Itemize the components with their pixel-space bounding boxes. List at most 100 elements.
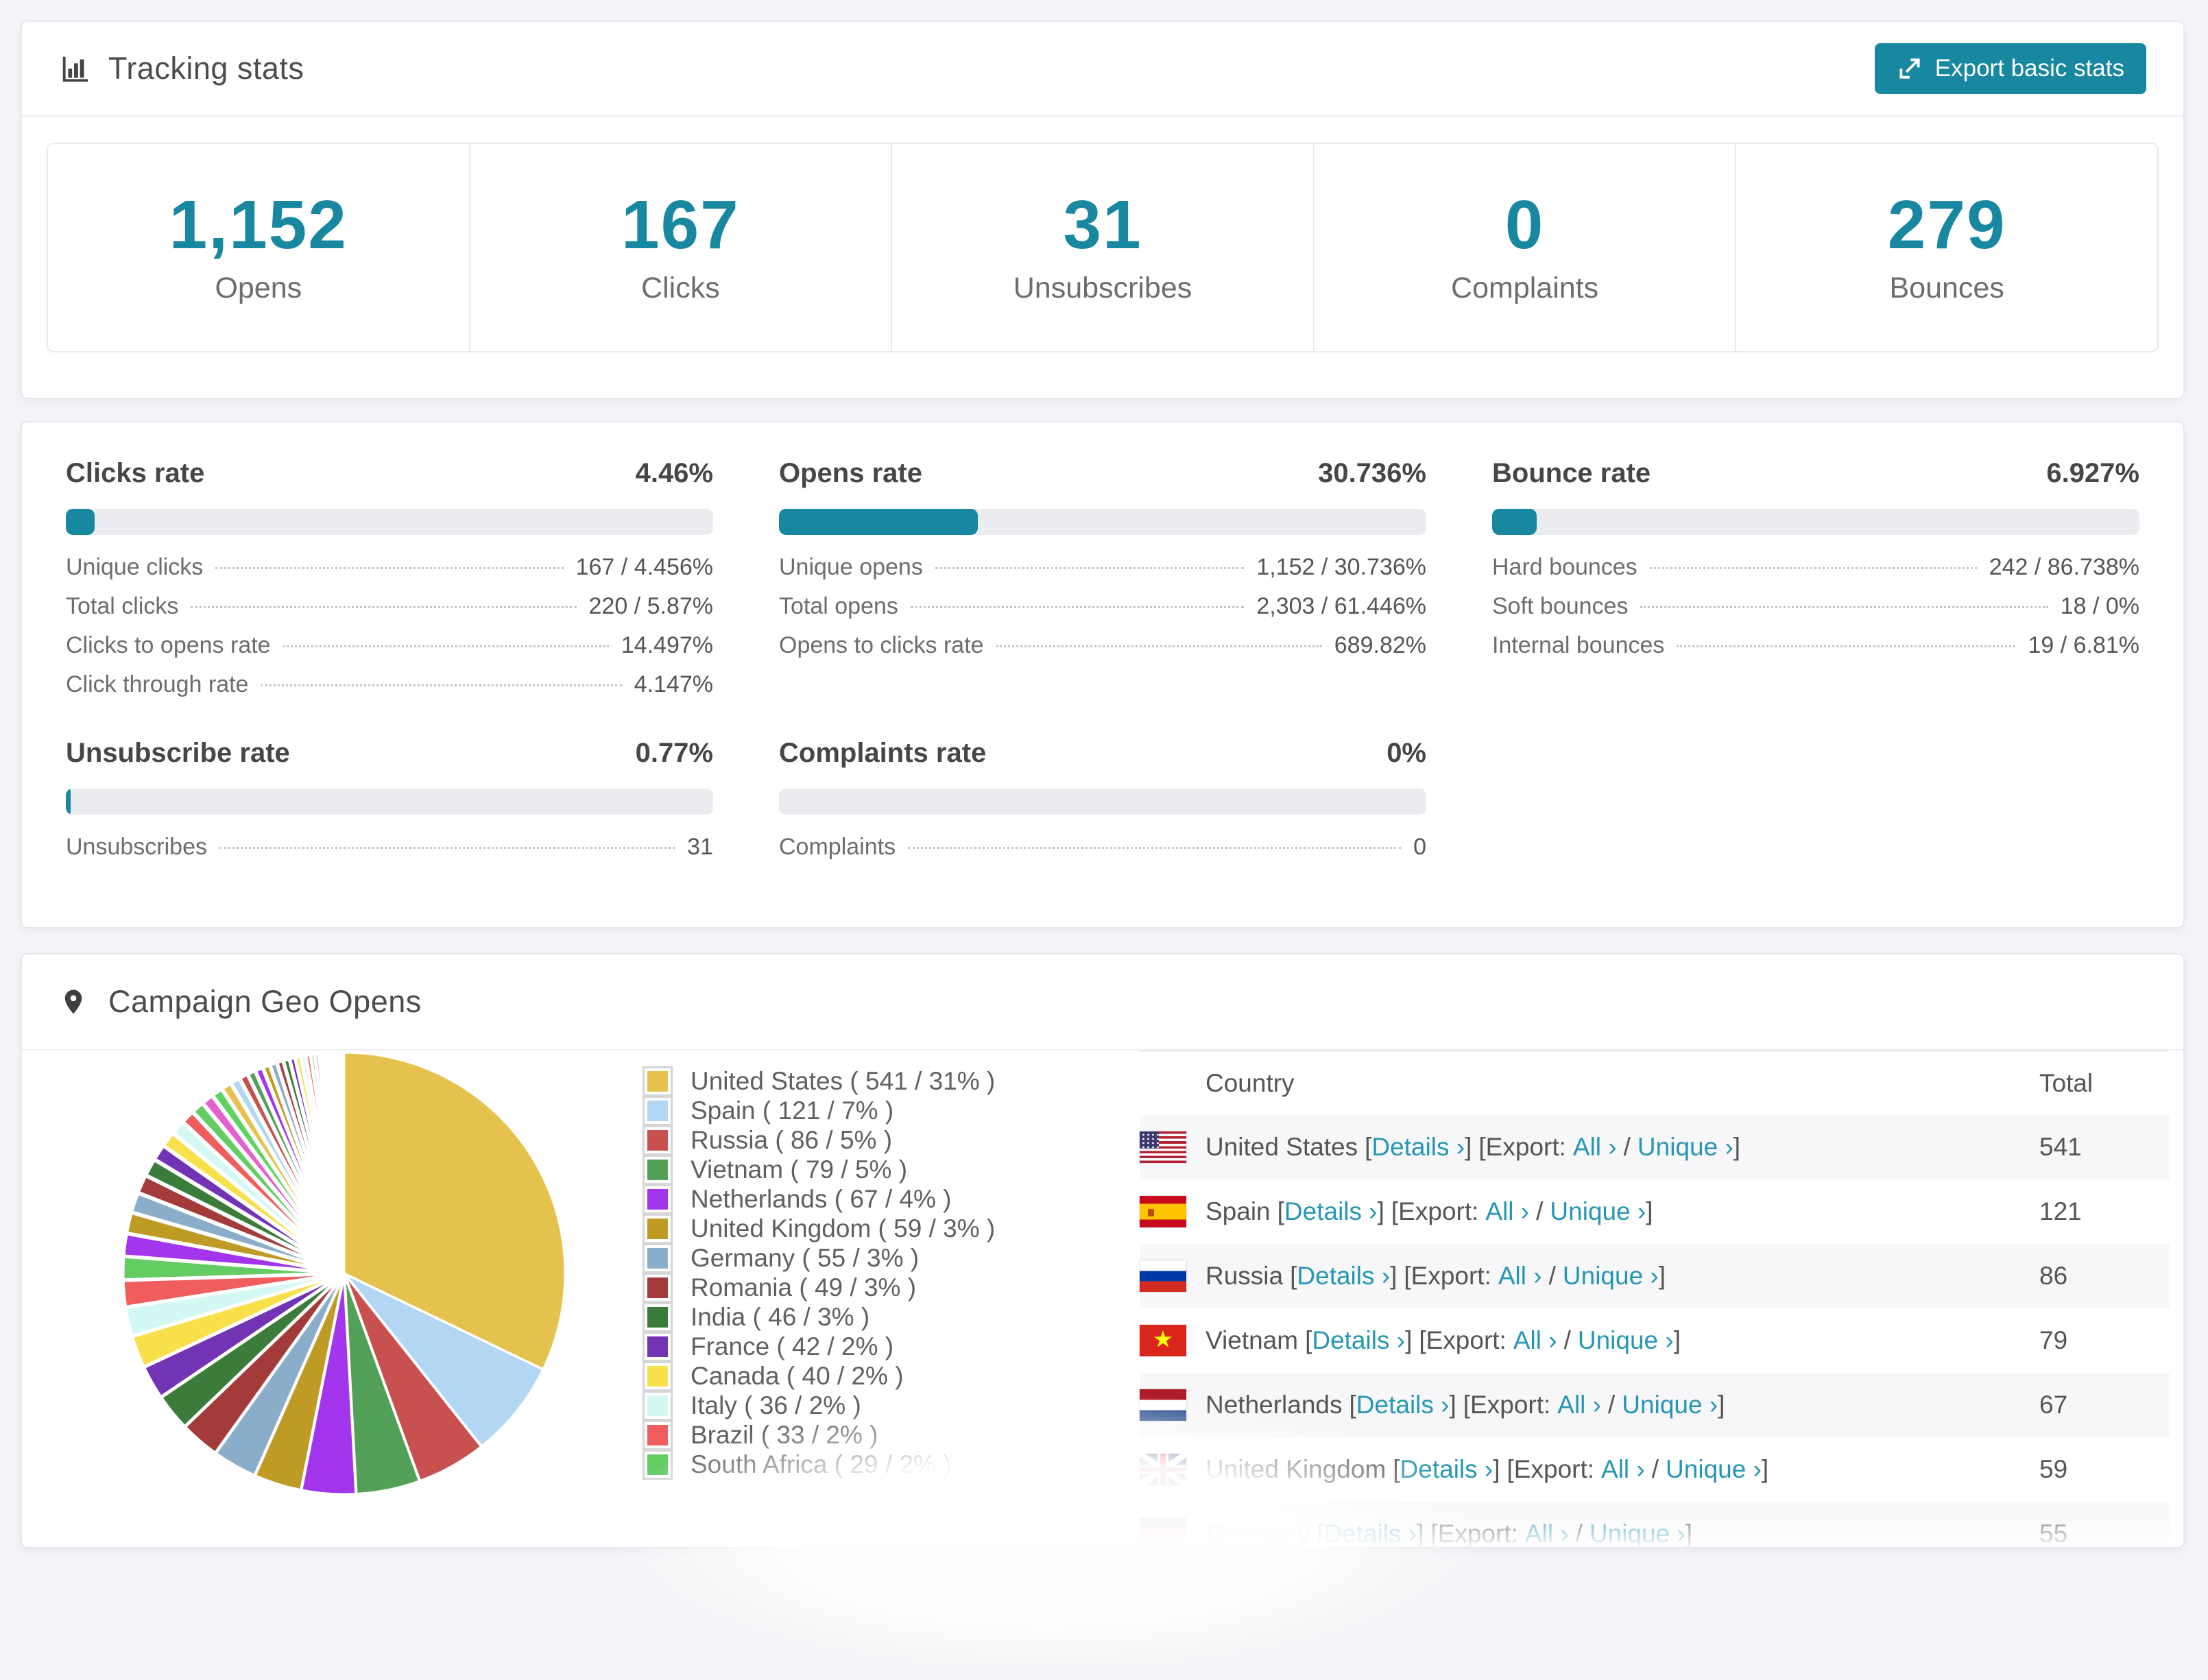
export-all-link[interactable]: All › xyxy=(1513,1326,1557,1355)
export-unique-link[interactable]: Unique › xyxy=(1578,1326,1674,1355)
export-all-link[interactable]: All › xyxy=(1485,1197,1529,1226)
details-link[interactable]: Details › xyxy=(1297,1262,1390,1291)
stat-row: Unique clicks 167 / 4.456% xyxy=(66,554,713,580)
legend-item-romania[interactable]: Romania ( 49 / 3% ) xyxy=(643,1272,995,1303)
opens-label: Opens xyxy=(215,271,302,304)
details-link[interactable]: Details › xyxy=(1356,1391,1450,1419)
stat-row: Unique opens 1,152 / 30.736% xyxy=(779,554,1426,580)
export-unique-link[interactable]: Unique › xyxy=(1622,1391,1718,1419)
total-cell: 86 xyxy=(2039,1262,2068,1290)
export-all-link[interactable]: All › xyxy=(1601,1455,1645,1484)
complaints-count: 0 xyxy=(1504,186,1545,263)
country-column-header: Country xyxy=(1205,1069,1295,1097)
legend-swatch xyxy=(643,1184,673,1214)
stat-row: Opens to clicks rate 689.82% xyxy=(779,632,1426,658)
export-all-link[interactable]: All › xyxy=(1498,1262,1542,1291)
export-unique-link[interactable]: Unique › xyxy=(1563,1262,1659,1291)
legend-item-netherlands[interactable]: Netherlands ( 67 / 4% ) xyxy=(643,1184,995,1214)
geo-header: Campaign Geo Opens xyxy=(22,955,2183,1051)
legend-swatch xyxy=(643,1419,673,1450)
total-cell: 67 xyxy=(2039,1391,2068,1419)
legend-item-italy[interactable]: Italy ( 36 / 2% ) xyxy=(643,1390,995,1421)
stat-row: Total opens 2,303 / 61.446% xyxy=(779,593,1426,619)
netherlands-flag-icon xyxy=(1140,1389,1186,1421)
bounce-rate-percent: 6.927% xyxy=(2046,458,2139,488)
legend-item-russia[interactable]: Russia ( 86 / 5% ) xyxy=(643,1125,995,1155)
legend-item-united-kingdom[interactable]: United Kingdom ( 59 / 3% ) xyxy=(643,1213,995,1244)
export-all-link[interactable]: All › xyxy=(1557,1391,1601,1419)
stat-opens: 1,152 Opens xyxy=(48,144,469,351)
legend-item-spain[interactable]: Spain ( 121 / 7% ) xyxy=(643,1095,995,1126)
legend-item-france[interactable]: France ( 42 / 2% ) xyxy=(643,1331,995,1362)
legend-item-germany[interactable]: Germany ( 55 / 3% ) xyxy=(643,1243,995,1273)
stat-row: Soft bounces 18 / 0% xyxy=(1492,593,2139,619)
map-pin-icon xyxy=(59,986,91,1018)
legend-swatch xyxy=(643,1243,673,1273)
legend-swatch xyxy=(643,1066,673,1096)
page-title: Tracking stats xyxy=(108,51,304,86)
details-link[interactable]: Details › xyxy=(1400,1455,1493,1484)
unsubscribe-rate-title: Unsubscribe rate xyxy=(66,738,290,768)
united-kingdom-flag-icon xyxy=(1140,1454,1186,1485)
legend-item-south-africa[interactable]: South Africa ( 29 / 2% ) xyxy=(643,1449,995,1480)
stat-clicks: 167 Clicks xyxy=(468,144,891,351)
total-cell: 55 xyxy=(2039,1520,2068,1548)
geo-section-title: Campaign Geo Opens xyxy=(108,984,422,1019)
unsubscribe-rate-block: Unsubscribe rate 0.77% Unsubscribes 31 xyxy=(66,738,713,873)
export-all-link[interactable]: All › xyxy=(1573,1133,1617,1162)
export-unique-link[interactable]: Unique › xyxy=(1550,1197,1646,1226)
stat-row: Clicks to opens rate 14.497% xyxy=(66,632,713,658)
campaign-geo-opens-card: Campaign Geo Opens United States ( 541 /… xyxy=(21,953,2185,1548)
total-cell: 121 xyxy=(2039,1197,2082,1225)
tracking-stats-header: Tracking stats Export basic stats xyxy=(22,22,2183,117)
total-column-header: Total xyxy=(2039,1069,2093,1097)
total-cell: 79 xyxy=(2039,1326,2068,1354)
legend-swatch xyxy=(643,1272,673,1303)
table-row: United Kingdom[Details ›] [Export: All › / U… xyxy=(1140,1437,2170,1502)
bounce-rate-progressbar xyxy=(1492,509,2139,535)
pie-legend: United States ( 541 / 31% ) Spain ( 121 … xyxy=(643,1066,995,1480)
details-link[interactable]: Details › xyxy=(1323,1520,1417,1547)
table-row: Vietnam[Details ›][Export:All ›/Unique ›… xyxy=(1140,1308,2170,1373)
export-basic-stats-button[interactable]: Export basic stats xyxy=(1874,43,2146,94)
table-row: Spain[Details ›] [Export: All › / Unique ›] … xyxy=(1140,1179,2170,1244)
legend-item-india[interactable]: India ( 46 / 3% ) xyxy=(643,1301,995,1332)
clicks-count: 167 xyxy=(621,186,740,263)
details-link[interactable]: Details › xyxy=(1371,1133,1465,1162)
details-link[interactable]: Details › xyxy=(1312,1326,1405,1355)
opens-rate-title: Opens rate xyxy=(779,458,922,488)
legend-swatch xyxy=(643,1095,673,1126)
export-unique-link[interactable]: Unique › xyxy=(1589,1520,1685,1547)
export-all-link[interactable]: All › xyxy=(1525,1520,1569,1547)
unsubscribes-label: Unsubscribes xyxy=(1013,271,1192,304)
stat-row: Hard bounces 242 / 86.738% xyxy=(1492,554,2139,580)
legend-swatch xyxy=(643,1154,673,1185)
legend-item-brazil[interactable]: Brazil ( 33 / 2% ) xyxy=(643,1419,995,1450)
vietnam-flag-icon xyxy=(1140,1325,1186,1356)
clicks-rate-percent: 4.46% xyxy=(635,458,713,488)
clicks-rate-progressbar xyxy=(66,509,713,535)
tracking-stats-card: Tracking stats Export basic stats 1,152 … xyxy=(21,21,2185,399)
opens-rate-percent: 30.736% xyxy=(1318,458,1426,488)
stat-unsubscribes: 31 Unsubscribes xyxy=(891,144,1313,351)
complaints-rate-progressbar xyxy=(779,789,1426,815)
legend-swatch xyxy=(643,1390,673,1421)
complaints-rate-title: Complaints rate xyxy=(779,738,987,768)
bounce-rate-block: Bounce rate 6.927% Hard bounces 242 / 86.7… xyxy=(1492,458,2139,710)
legend-swatch xyxy=(643,1360,673,1391)
legend-item-canada[interactable]: Canada ( 40 / 2% ) xyxy=(643,1360,995,1391)
export-icon xyxy=(1899,58,1920,79)
bounces-count: 279 xyxy=(1887,186,2006,263)
stat-row: Total clicks 220 / 5.87% xyxy=(66,593,713,619)
clicks-rate-title: Clicks rate xyxy=(66,458,205,488)
russia-flag-icon xyxy=(1140,1260,1186,1292)
total-cell: 59 xyxy=(2039,1455,2068,1483)
clicks-label: Clicks xyxy=(641,271,720,304)
details-link[interactable]: Details › xyxy=(1284,1197,1378,1226)
export-unique-link[interactable]: Unique › xyxy=(1666,1455,1762,1484)
legend-item-united-states[interactable]: United States ( 541 / 31% ) xyxy=(643,1066,995,1096)
export-unique-link[interactable]: Unique › xyxy=(1637,1133,1733,1162)
legend-item-vietnam[interactable]: Vietnam ( 79 / 5% ) xyxy=(643,1154,995,1185)
germany-flag-icon xyxy=(1140,1518,1186,1547)
bar-chart-icon xyxy=(59,53,91,84)
